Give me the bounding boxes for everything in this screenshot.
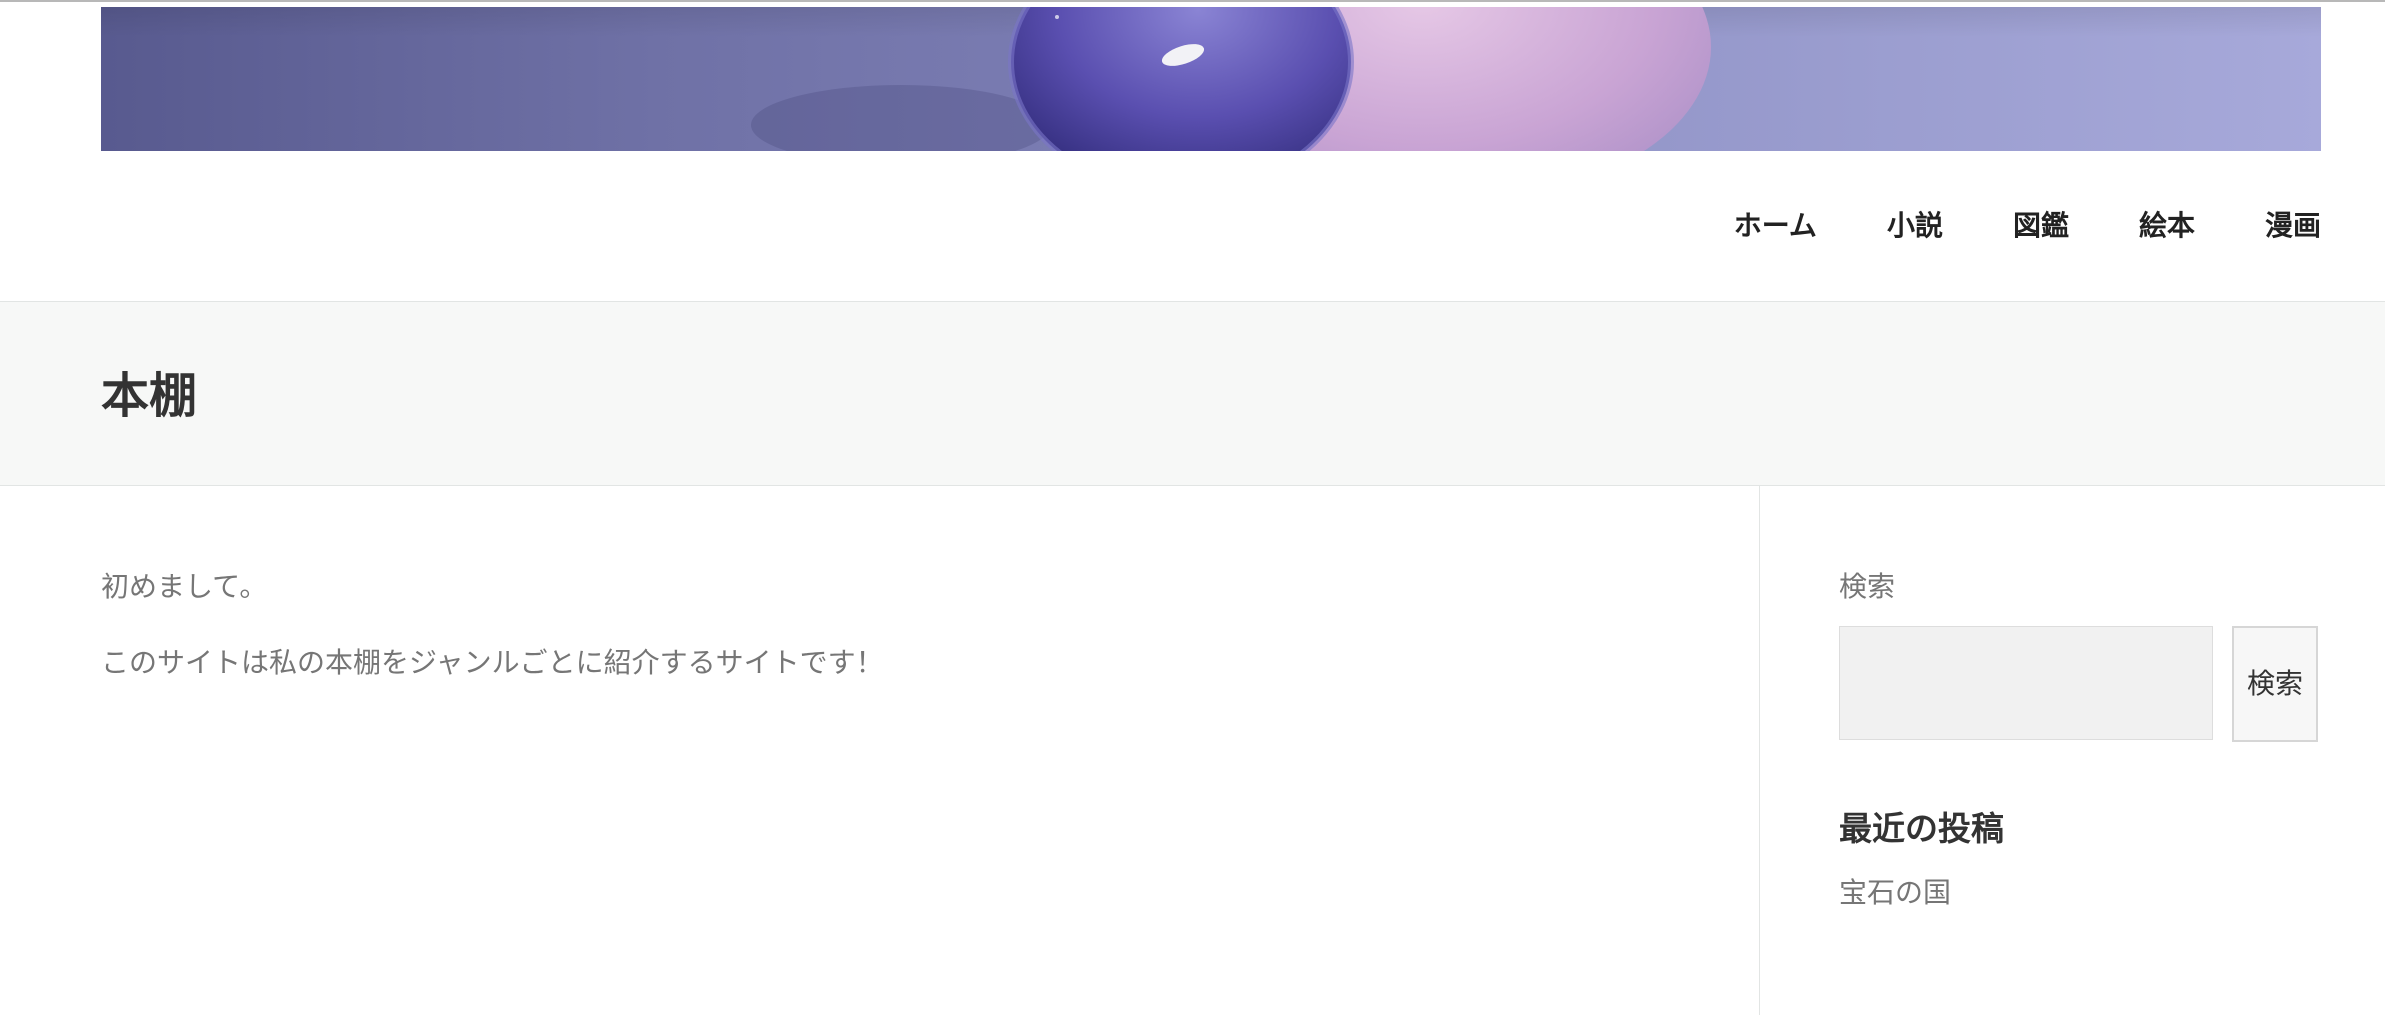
main-content: 初めまして。 このサイトは私の本棚をジャンルごとに紹介するサイトです！	[101, 568, 1661, 720]
sidebar: 検索 検索 最近の投稿 宝石の国	[1839, 568, 2321, 912]
search-form: 検索	[1839, 626, 2321, 742]
search-button[interactable]: 検索	[2232, 626, 2318, 742]
nav-item-manga[interactable]: 漫画	[2265, 206, 2321, 246]
page-header: 本棚	[0, 302, 2385, 486]
site-header: ホーム 小説 図鑑 絵本 漫画	[0, 0, 2385, 302]
nav-item-encyclopedias[interactable]: 図鑑	[2013, 206, 2069, 246]
recent-posts-heading: 最近の投稿	[1839, 809, 2004, 848]
search-widget: 検索 検索	[1839, 568, 2321, 742]
nav-item-home[interactable]: ホーム	[1734, 206, 1817, 246]
intro-description: このサイトは私の本棚をジャンルごとに紹介するサイトです！	[101, 646, 884, 679]
intro-greeting: 初めまして。	[101, 570, 268, 603]
nav-item-novels[interactable]: 小説	[1887, 206, 1943, 246]
page-title: 本棚	[101, 368, 198, 424]
search-input[interactable]	[1839, 626, 2213, 740]
nav-item-picture-books[interactable]: 絵本	[2139, 206, 2195, 246]
sidebar-divider	[1759, 486, 1760, 1015]
recent-posts-widget: 最近の投稿 宝石の国	[1839, 806, 2321, 912]
recent-post-link[interactable]: 宝石の国	[1839, 874, 2321, 912]
top-rule	[0, 0, 2385, 2]
header-banner-image	[101, 7, 2321, 151]
search-label: 検索	[1839, 570, 1896, 603]
primary-nav: ホーム 小説 図鑑 絵本 漫画	[1734, 206, 2321, 246]
